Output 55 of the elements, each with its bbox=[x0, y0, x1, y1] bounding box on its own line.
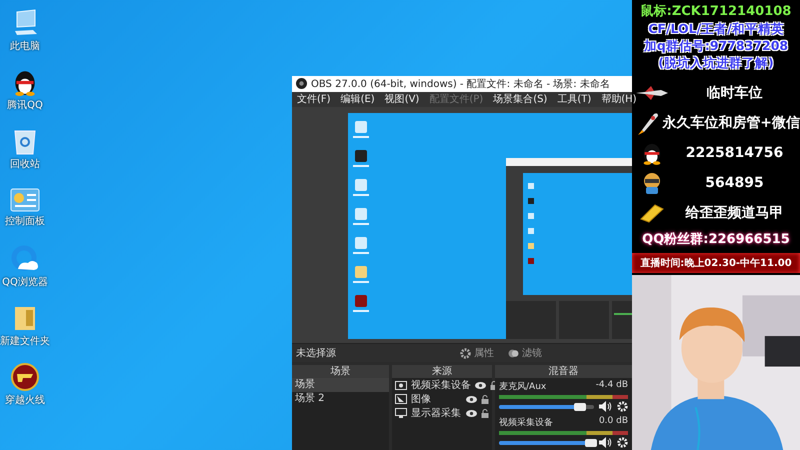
menu-item[interactable]: 帮助(H) bbox=[601, 92, 637, 106]
settings-icon[interactable] bbox=[617, 437, 628, 448]
camera-icon bbox=[395, 380, 407, 390]
eye-icon[interactable] bbox=[475, 382, 486, 388]
channel-name: 麦克风/Aux bbox=[499, 380, 546, 393]
menu-item[interactable]: 编辑(E) bbox=[340, 92, 375, 106]
toolbar-button[interactable]: 属性 bbox=[456, 346, 498, 360]
lock-icon[interactable] bbox=[481, 408, 489, 418]
settings-icon[interactable] bbox=[617, 401, 628, 412]
overlay-text: 加q群估号:977837208 bbox=[644, 37, 788, 54]
volume-slider[interactable] bbox=[499, 440, 594, 444]
menu-item[interactable]: 视图(V) bbox=[384, 92, 420, 106]
jet-icon bbox=[635, 84, 669, 100]
overlay-text: 鼠标:ZCK1712140108 bbox=[640, 3, 792, 20]
status-label: 未选择源 bbox=[296, 346, 337, 360]
control-panel-icon bbox=[10, 188, 40, 212]
volume-reading: -4.4 dB bbox=[596, 380, 628, 392]
ingot-icon bbox=[639, 202, 665, 222]
eye-icon[interactable] bbox=[466, 396, 477, 402]
overlay-text: QQ粉丝群:226966515 bbox=[642, 231, 790, 248]
eye-icon[interactable] bbox=[466, 410, 477, 416]
settings-icon bbox=[460, 348, 471, 359]
app-logo-icon bbox=[296, 78, 307, 90]
overlay-text: 临时车位 bbox=[706, 84, 764, 102]
scene-item[interactable]: 场景 bbox=[292, 378, 389, 392]
filter-icon bbox=[508, 348, 519, 359]
monitor-icon bbox=[395, 408, 407, 418]
overlay-text: (脱坑入坑进群了解) bbox=[658, 54, 774, 71]
source-item[interactable]: 显示器采集 bbox=[411, 406, 462, 420]
game-logo-icon bbox=[10, 362, 40, 390]
image-icon bbox=[395, 394, 407, 404]
schedule-banner: 直播时间:晚上02.30-中午11.00 bbox=[632, 253, 800, 273]
menu-item[interactable]: 场景集合(S) bbox=[493, 92, 548, 106]
lock-icon[interactable] bbox=[481, 394, 489, 404]
browser-icon bbox=[10, 244, 40, 272]
source-item[interactable]: 视频采集设备 bbox=[411, 378, 471, 392]
overlay-text: CF/LOL/王者/和平精英 bbox=[648, 20, 784, 37]
panel-header: 混音器 bbox=[495, 365, 632, 378]
panel-header: 来源 bbox=[392, 365, 492, 378]
volume-reading: 0.0 dB bbox=[598, 416, 628, 428]
channel-name: 视频采集设备 bbox=[499, 416, 553, 429]
panel-header: 场景 bbox=[292, 365, 389, 378]
overlay-text: 永久车位和房管+微信 bbox=[662, 114, 800, 132]
overlay-text: 564895 bbox=[704, 174, 765, 190]
speaker-icon[interactable] bbox=[599, 401, 612, 412]
overlay-text: 给歪歪频道马甲 bbox=[684, 204, 784, 222]
window-title: OBS 27.0.0 (64-bit, windows) - 配置文件: 未命名 - 场景: 未命名 bbox=[311, 78, 610, 91]
source-item[interactable]: 图像 bbox=[411, 392, 462, 406]
toolbar-button[interactable]: 滤镜 bbox=[504, 346, 546, 360]
speaker-icon[interactable] bbox=[599, 437, 612, 448]
menu-item[interactable]: 文件(F) bbox=[297, 92, 331, 106]
volume-slider[interactable] bbox=[499, 404, 594, 408]
overlay-text: 2225814756 bbox=[684, 144, 784, 160]
scene-item[interactable]: 场景 2 bbox=[292, 392, 389, 406]
menu-item[interactable]: 工具(T) bbox=[557, 92, 592, 106]
